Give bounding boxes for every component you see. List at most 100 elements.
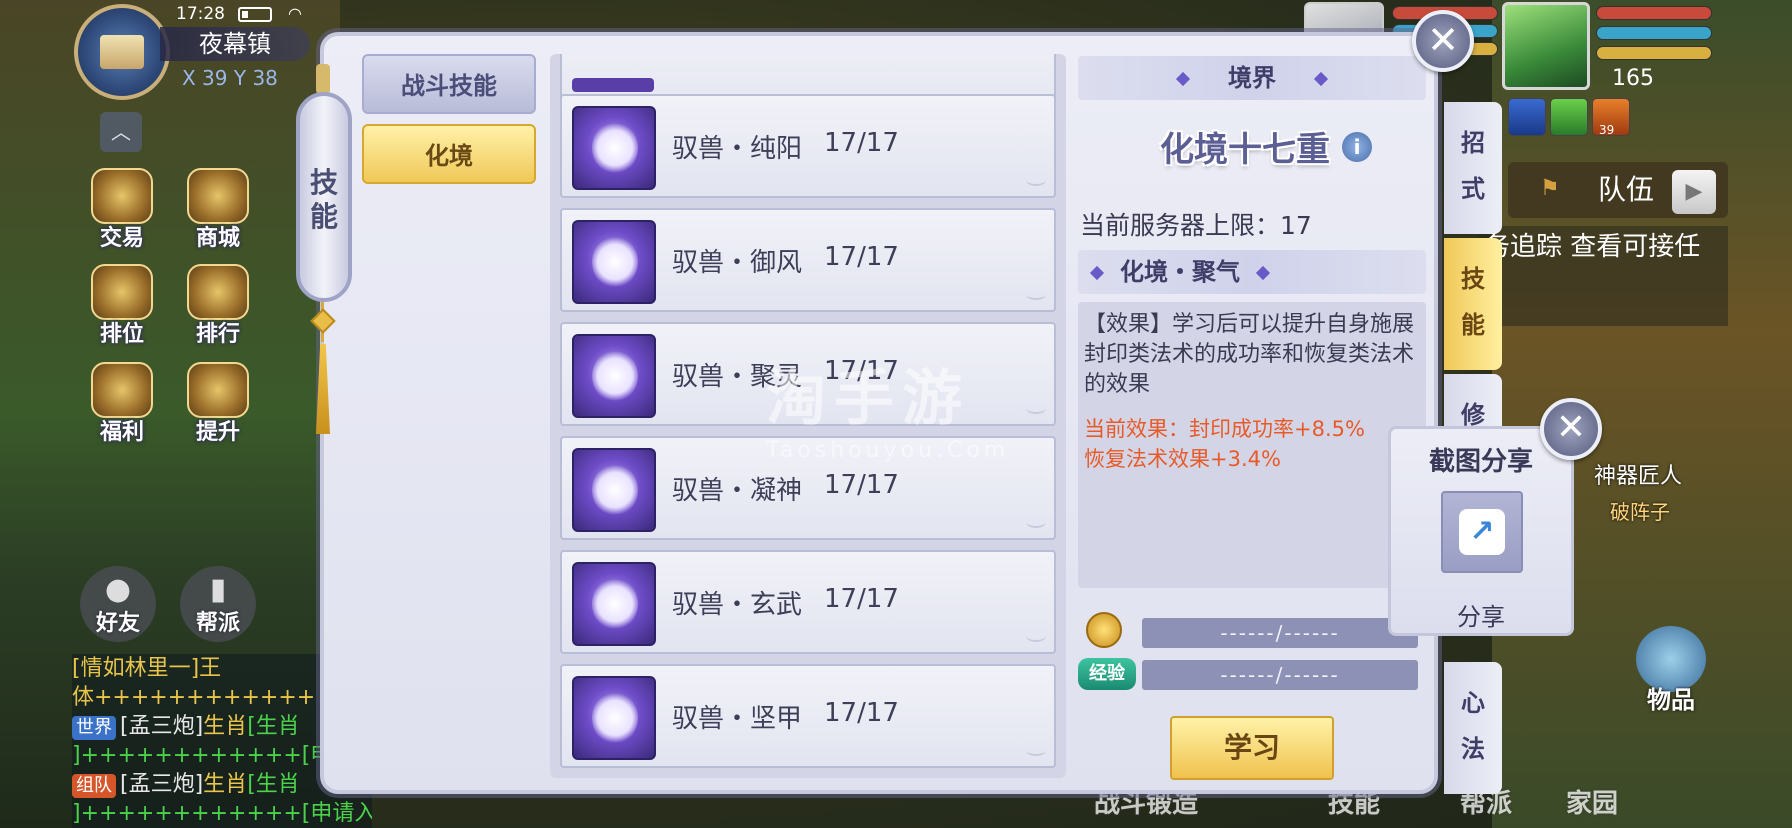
skill-level: 17/17 [824,242,899,272]
tab-mental-method[interactable]: 心法 [1444,662,1502,794]
learn-button[interactable]: 学习 [1170,716,1334,780]
leaderboard-button[interactable]: 排行 [178,264,258,347]
diamond-icon [1089,265,1105,281]
quest-tracker[interactable]: 务追踪 查看可接任 [1478,226,1728,326]
welfare-icon [91,362,153,418]
share-title: 截图分享 [1428,447,1533,477]
skill-level: 17/17 [824,698,899,728]
coordinates: X 39 Y 38 [182,66,278,90]
tassel-decoration [310,302,336,434]
items-button[interactable]: 物品 [1626,626,1716,716]
team-expand-button[interactable]: ▶ [1672,170,1716,214]
watermark: 淘手游 [766,364,970,434]
tab-skills-label: 技能 [1461,265,1485,339]
buff-icon[interactable]: 39 [1592,98,1630,137]
share-popup: 截图分享 ↗ 分享 [1388,426,1574,636]
location-name: 夜幕镇 [160,27,310,61]
section-header: 境界 [1078,56,1426,100]
voice-guild-button[interactable]: ▮ 帮派 [180,566,256,642]
trade-button[interactable]: 交易 [82,168,162,251]
tab-skills[interactable]: 技能 [1444,238,1502,370]
realm-name: 化境十七重 [1160,130,1330,170]
shop-icon [187,168,249,224]
home-menu-item[interactable]: 家园 [1566,783,1618,820]
watermark-url: Taoshouyou.Com [766,438,1010,463]
skill-name: 驭兽・纯阳 [672,134,803,164]
dialog-title-tab: 技能 [296,92,352,302]
clock: 17:28 [176,4,225,24]
guild-label: 帮派 [195,611,240,636]
shop-button[interactable]: 商城 [178,168,258,251]
xuanwu-icon [572,562,656,646]
exp-icon: 经验 [1078,658,1136,690]
skill-name: 驭兽・坚甲 [672,704,803,734]
wind-wing-icon [572,220,656,304]
coin-cost: ------/------ [1142,618,1418,648]
ranked-icon [91,264,153,320]
ranked-label: 排位 [99,322,144,347]
skill-name: 驭兽・御风 [672,248,803,278]
skill-level: 17/17 [824,470,899,500]
quest-tracker-text: 务追踪 查看可接任 [1484,232,1701,262]
buff-icon[interactable] [1550,98,1588,136]
effect-box: 【效果】学习后可以提升自身施展封印类法术的成功率和恢复类法术的效果 当前效果：封… [1078,302,1426,588]
tab-moves-label: 招式 [1461,129,1485,203]
diamond-icon [1175,71,1191,87]
player-name-link[interactable]: [孟三炮] [120,772,203,797]
player-portrait[interactable] [1502,2,1590,90]
server-limit: 当前服务器上限：17 [1080,211,1312,240]
pure-yang-icon [572,106,656,190]
subsection-title: 化境・聚气 [1120,258,1240,286]
skill-icon [572,78,654,92]
diamond-icon [1255,265,1271,281]
diamond-icon [1313,71,1329,87]
buff-level: 39 [1599,123,1615,137]
coin-icon [1086,612,1122,648]
flag-icon: ⚑ [1540,176,1560,201]
tab-mental-method-label: 心法 [1461,689,1485,763]
skill-row[interactable]: 驭兽・坚甲 17/17 [560,664,1056,768]
spirit-gather-icon [572,334,656,418]
skill-row[interactable]: 驭兽・玄武 17/17 [560,550,1056,654]
upgrade-icon [187,362,249,418]
map-button[interactable] [74,4,170,100]
close-dialog-button[interactable]: ✕ [1412,10,1474,72]
npc-name[interactable]: 神器匠人 [1594,458,1682,490]
close-share-button[interactable]: ✕ [1540,398,1602,460]
skill-row[interactable]: 驭兽・御风 17/17 [560,208,1056,312]
focus-icon [572,448,656,532]
skill-row[interactable]: 驭兽・纯阳 17/17 [560,94,1056,198]
player-level: 165 [1612,66,1654,91]
wifi-icon: ◠ [288,4,302,23]
npc-title: 破阵子 [1610,500,1670,524]
tab-realm[interactable]: 化境 [362,124,536,184]
player-mp-bar [1596,26,1712,40]
subsection-header: 化境・聚气 [1078,250,1426,294]
player-anger-bar [1596,46,1712,60]
apply-join-team-link[interactable]: [申请入队] [302,801,372,826]
team-label: 队伍 [1598,173,1655,206]
leaderboard-label: 排行 [195,322,240,347]
ranked-button[interactable]: 排位 [82,264,162,347]
upgrade-button[interactable]: 提升 [178,362,258,445]
battery-icon [238,7,272,22]
info-icon[interactable]: i [1342,132,1372,162]
person-icon: ● [104,572,132,607]
skill-level: 17/17 [824,584,899,614]
collapse-button[interactable]: ︿ [100,112,142,152]
tab-moves[interactable]: 招式 [1444,102,1502,234]
tab-combat-skills[interactable]: 战斗技能 [362,54,536,114]
scroll-icon [100,35,144,69]
upgrade-label: 提升 [195,420,240,445]
skill-name: 驭兽・凝神 [672,476,803,506]
buff-icon[interactable] [1508,98,1546,136]
current-effect-heal: 恢复法术效果+3.4% [1084,447,1281,471]
effect-description: 【效果】学习后可以提升自身施展封印类法术的成功率和恢复类法术的效果 [1084,312,1415,397]
welfare-button[interactable]: 福利 [82,362,162,445]
world-channel-tag: 世界 [72,716,116,740]
player-name-link[interactable]: [孟三炮] [120,714,203,739]
share-button[interactable]: ↗ [1441,491,1523,573]
skill-name: 驭兽・玄武 [672,590,803,620]
current-effect-seal: 当前效果：封印成功率+8.5% [1084,417,1365,441]
friends-button[interactable]: ● 好友 [80,566,156,642]
